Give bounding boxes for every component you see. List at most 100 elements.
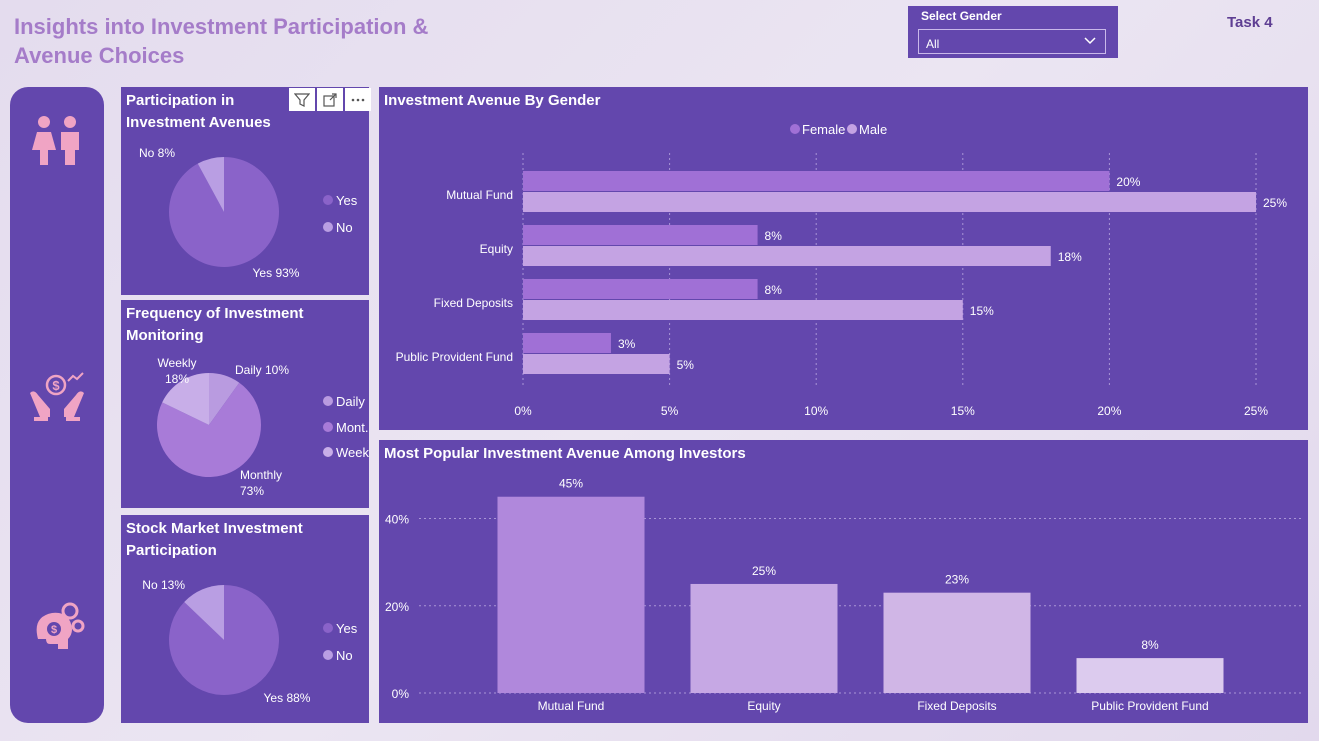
legend-label: Yes (336, 621, 358, 636)
bar-female (523, 171, 1110, 191)
data-label: 8% (1141, 638, 1159, 652)
monitoring-pie: Daily 10% Monthly 73% Weekly 18% Daily Mont...… (157, 356, 369, 498)
gender-avenue-card: Investment Avenue By Gender Female Male 0%… (379, 87, 1308, 430)
y-tick-label: 20% (385, 600, 409, 614)
legend-item: Yes (323, 621, 358, 636)
data-label: 3% (618, 337, 636, 351)
data-label: 20% (1116, 175, 1140, 189)
pie-data-label: Yes 93% (253, 266, 300, 280)
legend-label: Female (802, 122, 845, 137)
money-hands-icon: $ (28, 365, 86, 423)
svg-text:No 8%: No 8% (139, 146, 175, 160)
legend-label: Yes (336, 193, 358, 208)
category-label: Equity (747, 699, 780, 713)
svg-text:$: $ (52, 378, 60, 393)
category-label: Mutual Fund (538, 699, 605, 713)
x-tick-label: 10% (804, 404, 828, 418)
visual-toolbar (289, 88, 373, 111)
legend-item: No (323, 648, 353, 663)
legend-marker (790, 124, 800, 134)
bar-male (523, 300, 963, 320)
page-title: Insights into Investment Participation &… (14, 14, 429, 68)
pie-data-label: No 8% (139, 146, 175, 160)
legend-label: Daily (336, 394, 365, 409)
svg-text:Monthly: Monthly (240, 468, 282, 482)
data-label: 18% (1058, 250, 1082, 264)
legend-item: Female (790, 122, 845, 137)
gender-avenue-chart: Female Male 0% 5% 10% 15% 20% 25% Mutual Fund 20%… (396, 122, 1288, 418)
x-tick-label: 15% (951, 404, 975, 418)
bar (1076, 658, 1224, 693)
gender-dropdown[interactable]: All (918, 29, 1106, 54)
x-tick-label: 25% (1244, 404, 1268, 418)
stock-card: Stock Market Investment Participation Ye… (121, 515, 369, 723)
data-label: 8% (765, 283, 783, 297)
more-options-icon[interactable] (345, 88, 371, 111)
pie-data-label: Daily 10% (235, 363, 289, 377)
x-tick-label: 20% (1097, 404, 1121, 418)
data-label: 45% (559, 477, 583, 491)
data-label: 25% (1263, 196, 1287, 210)
bar-male (523, 192, 1256, 212)
y-tick-label: 0% (392, 687, 410, 701)
popular-avenue-chart: 0% 20% 40% 45% Mutual Fund 25% Equity 23% Fixed … (385, 477, 1303, 713)
category-label: Public Provident Fund (396, 350, 513, 364)
gender-slicer-label: Select Gender (921, 9, 1002, 23)
participation-card: Participation in Investment Avenues Yes … (121, 87, 369, 295)
investor-mind-icon: $ (28, 599, 86, 657)
legend-marker (323, 623, 333, 633)
gender-dropdown-value: All (926, 37, 940, 51)
svg-text:73%: 73% (240, 484, 264, 498)
svg-text:$: $ (51, 624, 57, 636)
pie-data-label: Monthly 73% (240, 468, 282, 498)
category-label: Fixed Deposits (917, 699, 996, 713)
y-tick-label: 40% (385, 513, 409, 527)
legend-item: Daily (323, 394, 365, 409)
legend-item: No (323, 220, 353, 235)
category-label: Public Provident Fund (1091, 699, 1208, 713)
bar-male (523, 354, 670, 374)
pie-data-label: No 13% (142, 578, 185, 592)
sidebar: $ $ (10, 87, 104, 723)
data-label: 15% (970, 304, 994, 318)
data-label: 23% (945, 573, 969, 587)
svg-text:Daily 10%: Daily 10% (235, 363, 289, 377)
legend-marker (323, 396, 333, 406)
participation-pie: Yes 93% No 8% Yes No (139, 146, 358, 280)
filter-icon[interactable] (289, 88, 315, 111)
bar (883, 592, 1031, 693)
bar-female (523, 225, 758, 245)
legend-marker (323, 222, 333, 232)
x-tick-label: 0% (514, 404, 532, 418)
svg-text:18%: 18% (165, 372, 189, 386)
task-label: Task 4 (1227, 14, 1273, 31)
legend-label: Mont... (336, 420, 369, 435)
category-label: Mutual Fund (446, 188, 513, 202)
svg-text:Yes 88%: Yes 88% (264, 691, 311, 705)
legend-item: Weekly (323, 445, 369, 460)
stock-pie: Yes 88% No 13% Yes No (142, 578, 358, 705)
legend-label: No (336, 220, 353, 235)
legend-item: Male (847, 122, 887, 137)
legend-marker (847, 124, 857, 134)
x-tick-label: 5% (661, 404, 679, 418)
bar (497, 496, 645, 693)
people-icon (28, 112, 86, 170)
legend-marker (323, 447, 333, 457)
legend-marker (323, 195, 333, 205)
category-label: Equity (480, 242, 513, 256)
focus-mode-icon[interactable] (317, 88, 343, 111)
legend-label: No (336, 648, 353, 663)
bar-female (523, 279, 758, 299)
monitoring-card: Frequency of Investment Monitoring Daily… (121, 300, 369, 508)
pie-data-label: Yes 88% (264, 691, 311, 705)
gender-slicer: Select Gender All (908, 6, 1118, 58)
legend-label: Weekly (336, 445, 369, 460)
legend-item: Mont... (323, 420, 369, 435)
svg-text:No 13%: No 13% (142, 578, 185, 592)
chevron-down-icon (1083, 34, 1097, 51)
legend-label: Male (859, 122, 887, 137)
legend-item: Yes (323, 193, 358, 208)
data-label: 8% (765, 229, 783, 243)
popular-avenue-card: Most Popular Investment Avenue Among Inv… (379, 440, 1308, 723)
